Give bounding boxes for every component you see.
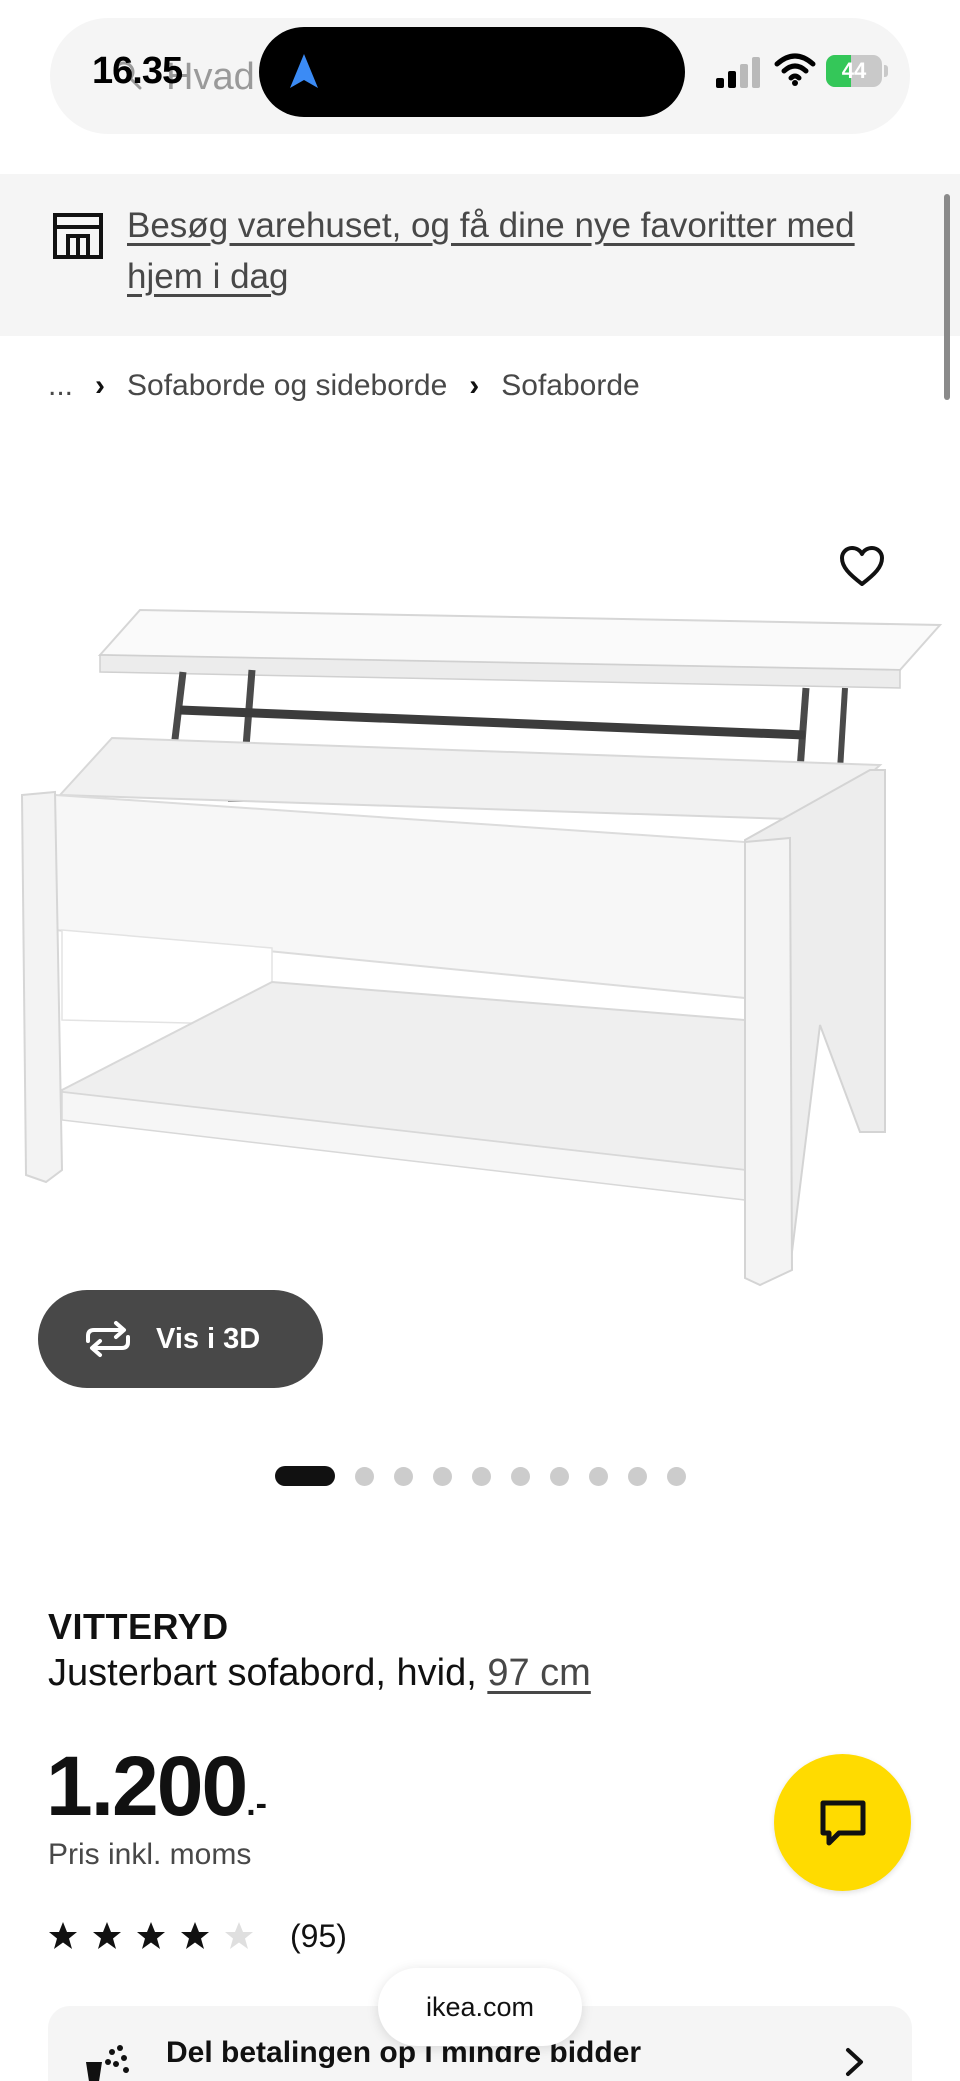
vat-note: Pris inkl. moms	[48, 1838, 252, 1871]
heart-icon	[840, 546, 884, 586]
favourite-button[interactable]	[836, 540, 888, 592]
battery-indicator: 44	[826, 55, 888, 87]
chevron-right-icon: ›	[95, 369, 106, 402]
location-arrow-icon	[290, 54, 318, 88]
breadcrumb: ... › Sofaborde og sideborde › Sofaborde	[48, 368, 640, 404]
breadcrumb-ellipsis[interactable]: ...	[48, 369, 73, 403]
carousel-dot[interactable]	[433, 1466, 452, 1486]
price-suffix: .-	[246, 1785, 267, 1823]
star-filled-icon	[181, 1922, 209, 1949]
carousel-dots[interactable]	[275, 1465, 706, 1487]
star-empty-icon	[225, 1922, 253, 1949]
product-rating[interactable]: (95)	[48, 1916, 347, 1956]
review-count[interactable]: (95)	[290, 1918, 347, 1955]
browser-url-pill[interactable]: ikea.com	[378, 1968, 582, 2046]
carousel-dot[interactable]	[472, 1466, 491, 1486]
chevron-right-icon	[846, 2048, 863, 2076]
product-size-link[interactable]: 97 cm	[487, 1652, 590, 1694]
star-filled-icon	[49, 1922, 77, 1949]
product-name: VITTERYD	[48, 1606, 229, 1647]
carousel-dot[interactable]	[628, 1466, 647, 1486]
breadcrumb-item-sofaborde-og-sideborde[interactable]: Sofaborde og sideborde	[127, 369, 447, 403]
status-time: 16.35	[92, 50, 183, 92]
cellular-signal-icon	[716, 57, 760, 88]
browser-url: ikea.com	[425, 1991, 535, 2022]
star-filled-icon	[93, 1922, 121, 1949]
rotate-3d-icon	[86, 1321, 130, 1357]
store-icon	[53, 213, 103, 259]
breadcrumb-item-sofaborde[interactable]: Sofaborde	[501, 369, 639, 403]
payment-split-icon	[86, 2045, 129, 2081]
price-value: 1.200	[46, 1739, 248, 1833]
chat-bubble-icon	[820, 1800, 865, 1845]
product-description-text: Justerbart sofabord, hvid,	[48, 1652, 488, 1694]
chevron-right-icon: ›	[469, 369, 480, 402]
product-description: Justerbart sofabord, hvid, 97 cm	[48, 1652, 591, 1695]
star-filled-icon	[137, 1922, 165, 1949]
carousel-dot[interactable]	[667, 1466, 686, 1486]
chat-button[interactable]	[774, 1754, 911, 1891]
product-price: 1.200.-	[46, 1738, 267, 1835]
battery-level: 44	[841, 58, 867, 83]
carousel-dot[interactable]	[394, 1466, 413, 1486]
scrollbar[interactable]	[944, 194, 950, 400]
rating-stars	[48, 1921, 268, 1951]
carousel-dot[interactable]	[589, 1466, 608, 1486]
view-in-3d-label: Vis i 3D	[156, 1322, 261, 1355]
carousel-dot[interactable]	[550, 1466, 569, 1486]
carousel-dot[interactable]	[511, 1466, 530, 1486]
wifi-icon	[774, 53, 816, 86]
store-banner-link[interactable]: Besøg varehuset, og få dine nye favoritt…	[127, 200, 907, 302]
carousel-dot[interactable]	[355, 1466, 374, 1486]
view-in-3d-button[interactable]: Vis i 3D	[38, 1290, 323, 1388]
carousel-dot[interactable]	[275, 1466, 335, 1486]
product-image[interactable]	[0, 520, 960, 1300]
store-banner[interactable]: Besøg varehuset, og få dine nye favoritt…	[0, 174, 960, 336]
